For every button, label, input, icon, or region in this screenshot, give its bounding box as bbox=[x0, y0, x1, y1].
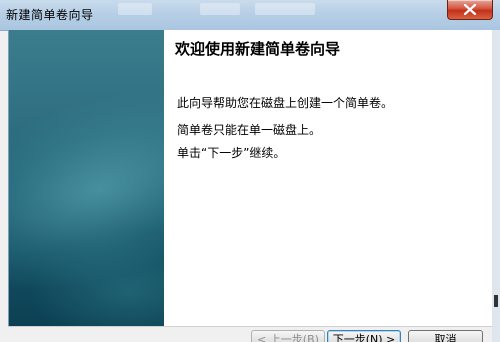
wizard-content: 欢迎使用新建简单卷向导 此向导帮助您在磁盘上创建一个简单卷。 简单卷只能在单一磁… bbox=[175, 30, 485, 330]
wizard-description-line: 此向导帮助您在磁盘上创建一个简单卷。 bbox=[177, 96, 394, 110]
window-title: 新建简单卷向导 bbox=[6, 8, 94, 22]
title-bar: 新建简单卷向导 bbox=[0, 0, 500, 31]
close-button[interactable] bbox=[447, 0, 493, 20]
wizard-side-banner bbox=[9, 30, 164, 330]
cancel-button[interactable]: 取消 bbox=[408, 330, 483, 342]
background-edge-mark bbox=[494, 295, 498, 307]
wizard-body: 欢迎使用新建简单卷向导 此向导帮助您在磁盘上创建一个简单卷。 简单卷只能在单一磁… bbox=[8, 30, 494, 330]
background-window-edge bbox=[492, 30, 500, 342]
background-ghost bbox=[200, 3, 240, 15]
next-button[interactable]: 下一步(N) > bbox=[327, 330, 401, 342]
wizard-heading: 欢迎使用新建简单卷向导 bbox=[175, 40, 341, 58]
background-ghost bbox=[255, 3, 315, 15]
wizard-window: 新建简单卷向导 欢迎使用新建简单卷向导 此向导帮助您在磁盘上创建一个简单卷。 简… bbox=[0, 0, 500, 342]
close-icon bbox=[463, 4, 477, 15]
back-button[interactable]: < 上一步(B) bbox=[251, 330, 325, 342]
wizard-description-line: 单击“下一步”继续。 bbox=[177, 146, 286, 160]
background-ghost bbox=[118, 3, 152, 15]
wizard-description-line: 简单卷只能在单一磁盘上。 bbox=[177, 123, 322, 137]
